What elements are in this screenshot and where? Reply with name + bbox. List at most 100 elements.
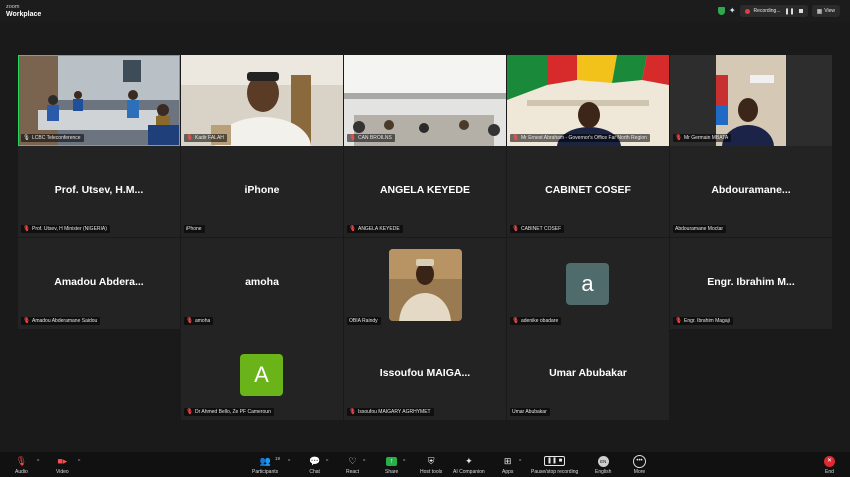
mic-icon: 🎙 [23, 135, 30, 141]
record-dot-icon [744, 8, 750, 14]
audio-options-caret[interactable]: ^ [37, 459, 39, 465]
participant-name: Umar Abubakar [549, 367, 627, 379]
react-button[interactable]: ♡ React [346, 455, 359, 475]
participant-label: 🎙 adenike obadare [510, 317, 562, 325]
language-icon: EN [597, 455, 609, 467]
top-bar: zoom Workplace ✦ Recording... ❚❚ ▦ View [0, 0, 850, 22]
participant-label: 🎙 amoha [184, 317, 214, 325]
participant-video [181, 55, 343, 146]
video-tile-lcbc[interactable]: 🎙 LCBC Teleconference [18, 55, 180, 146]
end-icon: ✕ [824, 455, 835, 467]
participant-label: Abdouramane Moctar [673, 225, 727, 233]
participant-name: Issoufou MAIGA... [379, 367, 471, 379]
participant-name: Prof. Utsev, H.M... [54, 184, 144, 196]
sparkle-icon[interactable]: ✦ [729, 7, 736, 15]
participant-label: 🎙 Dr Ahmed Bello, Ze PF Cameroun [184, 408, 274, 416]
conference-room-video [18, 55, 180, 146]
participants-icon: 👥 [259, 456, 271, 466]
meeting-toolbar: 🎙 Audio ^ ■▸ Video ^ 👥 Participants 19 ^… [0, 452, 850, 477]
participant-tile[interactable]: Amadou Abdera... 🎙 Amadou Abderamane Sai… [18, 238, 180, 329]
participant-label: 🎙 Issoufou MAIGARY AGRHYMET [347, 408, 434, 416]
participant-tile[interactable]: a 🎙 adenike obadare [507, 238, 669, 329]
participant-label: 🎙 Engr. Ibrahim Magaji [673, 317, 733, 325]
ai-companion-button[interactable]: ✦ AI Companion [453, 455, 485, 475]
meeting-hall-video [344, 55, 506, 146]
participant-name: iPhone [244, 184, 280, 196]
participant-tile[interactable]: A 🎙 Dr Ahmed Bello, Ze PF Cameroun [181, 329, 343, 420]
participant-name: CABINET COSEF [545, 184, 631, 196]
share-icon: ↑ [386, 455, 398, 467]
shield-icon[interactable] [717, 7, 725, 15]
participant-tile[interactable]: Umar Abubakar Umar Abubakar [507, 329, 669, 420]
participant-name: Abdouramane... [711, 184, 791, 196]
react-options-caret[interactable]: ^ [363, 459, 365, 465]
video-tile-governor[interactable]: 🎙 Mr Ernest Abraham - Governor's Office … [507, 55, 669, 146]
official-video [670, 55, 832, 146]
apps-button[interactable]: ⊞ Apps [502, 455, 513, 475]
participant-label: 🎙 Prof. Utsev, H Minister (NIGERIA) [21, 225, 110, 233]
video-button[interactable]: ■▸ Video [56, 455, 69, 475]
participant-name: Amadou Abdera... [54, 276, 144, 288]
logo-bottom: Workplace [6, 11, 42, 18]
participant-tile[interactable]: amoha 🎙 amoha [181, 238, 343, 329]
mic-muted-icon: 🎙 [23, 318, 30, 324]
participant-tile[interactable]: Prof. Utsev, H.M... 🎙 Prof. Utsev, H Min… [18, 146, 180, 237]
view-button[interactable]: ▦ View [811, 5, 840, 17]
participant-name: Engr. Ibrahim M... [707, 276, 795, 288]
more-icon: ••• [633, 454, 646, 468]
zoom-workplace-logo: zoom Workplace [6, 4, 41, 18]
video-tile-kadir[interactable]: 🎙 Kadir FALAH [181, 55, 343, 146]
participant-label: 🎙 LCBC Teleconference [21, 134, 84, 142]
chat-options-caret[interactable]: ^ [326, 459, 328, 465]
top-right-controls: ✦ Recording... ❚❚ ▦ View [717, 5, 840, 17]
stop-icon[interactable] [798, 9, 803, 13]
participant-tile[interactable]: Abdouramane... Abdouramane Moctar [670, 146, 832, 237]
share-button[interactable]: ↑ Share [385, 455, 398, 475]
participant-label: 🎙 Amadou Abderamane Saidou [21, 317, 101, 325]
mic-muted-icon: 🎙 [349, 409, 356, 415]
share-options-caret[interactable]: ^ [403, 459, 405, 465]
language-button[interactable]: EN English [595, 455, 611, 475]
pause-stop-recording-button[interactable]: ❚❚ ■ Pause/stop recording [531, 455, 578, 475]
participant-tile[interactable]: OBIA Raindy [344, 238, 506, 329]
chat-button[interactable]: 💬 Chat [309, 455, 320, 475]
grid-icon: ▦ [816, 8, 823, 15]
participant-label: Umar Abubakar [510, 408, 550, 416]
profile-photo-image [389, 249, 462, 321]
mic-muted-icon: 🎙 [186, 318, 193, 324]
participant-tile[interactable]: Issoufou MAIGA... 🎙 Issoufou MAIGARY AGR… [344, 329, 506, 420]
apps-options-caret[interactable]: ^ [519, 459, 521, 465]
participant-tile[interactable]: Engr. Ibrahim M... 🎙 Engr. Ibrahim Magaj… [670, 238, 832, 329]
profile-photo [389, 249, 462, 321]
mic-muted-icon: 🎙 [349, 135, 356, 141]
participant-name: ANGELA KEYEDE [379, 184, 471, 196]
video-options-caret[interactable]: ^ [78, 459, 80, 465]
participant-tile[interactable]: CABINET COSEF 🎙 CABINET COSEF [507, 146, 669, 237]
participants-options-caret[interactable]: ^ [288, 459, 290, 465]
recording-indicator[interactable]: Recording... ❚❚ [739, 5, 808, 17]
participant-tile[interactable]: ANGELA KEYEDE 🎙 ANGELA KEYEDE [344, 146, 506, 237]
ai-companion-icon: ✦ [465, 456, 473, 466]
video-tile-can[interactable]: 🎙 CAN BROILNS [344, 55, 506, 146]
view-label: View [824, 8, 835, 14]
pause-icon[interactable]: ❚❚ [785, 8, 795, 15]
mic-muted-icon: 🎙 [512, 135, 519, 141]
participant-label: 🎙 Kadir FALAH [184, 134, 227, 142]
end-button[interactable]: ✕ End [824, 455, 835, 475]
participants-count: 19 [275, 456, 281, 461]
participant-name: amoha [245, 276, 279, 288]
official-video [507, 55, 669, 146]
participant-tile[interactable]: iPhone iPhone [181, 146, 343, 237]
mic-muted-icon: 🎙 [15, 456, 28, 466]
audio-button[interactable]: 🎙 Audio [15, 455, 28, 475]
participant-label: 🎙 ANGELA KEYEDE [347, 225, 403, 233]
more-button[interactable]: ••• More [633, 454, 646, 475]
mic-muted-icon: 🎙 [186, 409, 193, 415]
host-tools-icon: ⛨ [427, 456, 435, 466]
mic-muted-icon: 🎙 [512, 318, 519, 324]
video-muted-icon: ■▸ [57, 456, 68, 466]
video-tile-germain[interactable]: 🎙 Mr Germain MBATA [670, 55, 832, 146]
mic-muted-icon: 🎙 [512, 226, 519, 232]
mic-muted-icon: 🎙 [186, 135, 193, 141]
host-tools-button[interactable]: ⛨ Host tools [420, 455, 442, 475]
